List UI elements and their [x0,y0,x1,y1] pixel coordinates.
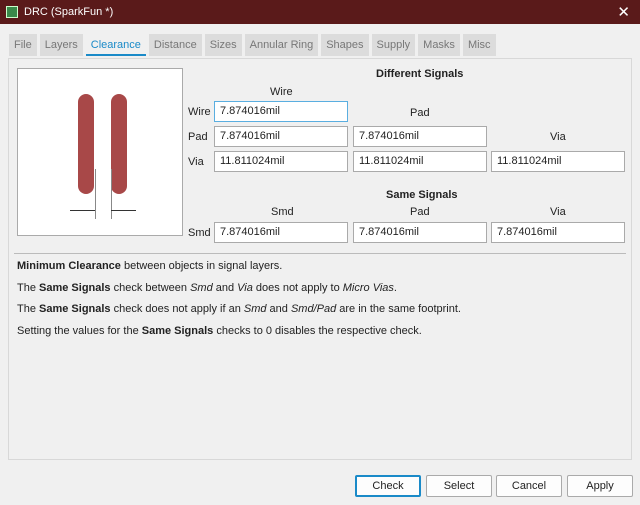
wire-shape [111,94,127,194]
emphasis: Smd/Pad [290,303,337,315]
text: and [212,282,238,294]
col-pad: Pad [410,206,430,218]
different-signals-heading: Different Signals [376,68,464,80]
tab-clearance[interactable]: Clearance [85,34,146,56]
description-line: The Same Signals check does not apply if… [17,303,461,315]
wire-shape [78,94,94,194]
emphasis: Smd [190,282,213,294]
row-pad: Pad [188,131,208,143]
text: The [17,282,40,294]
dimension-line [95,169,96,219]
tab-distance[interactable]: Distance [148,34,202,56]
text: does not apply to [252,282,343,294]
close-icon[interactable]: ✕ [617,3,630,21]
window-title: DRC (SparkFun *) [24,6,114,18]
text: check does not apply if an [110,303,244,315]
pad-pad-input[interactable]: 7.874016mil [353,126,487,147]
description-line: Setting the values for the Same Signals … [17,325,422,337]
description-line: The Same Signals check between Smd and V… [17,282,397,294]
smd-smd-input[interactable]: 7.874016mil [214,222,348,243]
row-smd: Smd [188,227,211,239]
tab-file[interactable]: File [9,34,37,56]
tab-layers[interactable]: Layers [39,34,83,56]
arrow-right-icon [70,210,95,211]
text: between objects in signal layers. [120,260,283,272]
emphasis: Same Signals [39,282,111,294]
tab-supply[interactable]: Supply [371,34,416,56]
text: are in the same footprint. [336,303,461,315]
emphasis: Via [237,282,253,294]
arrow-left-icon [111,210,136,211]
tab-masks[interactable]: Masks [418,34,460,56]
text: Setting the values for the [17,325,142,337]
wire-wire-input[interactable]: 7.874016mil [214,101,348,122]
via-via-input[interactable]: 11.811024mil [491,151,625,172]
col-via: Via [550,206,566,218]
text: The [17,303,40,315]
via-wire-input[interactable]: 11.811024mil [214,151,348,172]
text: checks to 0 disables the respective chec… [213,325,422,337]
col-via: Via [550,131,566,143]
divider [14,253,626,254]
row-via: Via [188,156,204,168]
dimension-line [111,169,112,219]
title-bar: DRC (SparkFun *) ✕ [0,0,640,24]
tab-annular-ring[interactable]: Annular Ring [244,34,319,56]
text: check between [110,282,191,294]
select-button[interactable]: Select [426,475,492,497]
via-pad-input[interactable]: 11.811024mil [353,151,487,172]
text: . [393,282,397,294]
text: and [266,303,291,315]
emphasis: Smd [243,303,267,315]
emphasis: Same Signals [39,303,111,315]
check-button[interactable]: Check [355,475,421,497]
description-line: Minimum Clearance between objects in sig… [17,260,282,272]
tab-misc[interactable]: Misc [462,34,496,56]
cancel-button[interactable]: Cancel [496,475,562,497]
pad-wire-input[interactable]: 7.874016mil [214,126,348,147]
clearance-preview-image [17,68,183,236]
tab-sizes[interactable]: Sizes [204,34,242,56]
apply-button[interactable]: Apply [567,475,633,497]
app-icon [6,6,18,18]
same-signals-heading: Same Signals [386,189,458,201]
emphasis: Minimum Clearance [17,260,121,272]
smd-pad-input[interactable]: 7.874016mil [353,222,487,243]
col-wire: Wire [270,86,293,98]
col-smd: Smd [271,206,294,218]
emphasis: Same Signals [141,325,214,337]
tab-shapes[interactable]: Shapes [321,34,369,56]
row-wire: Wire [188,106,211,118]
emphasis: Micro Vias [342,282,394,294]
col-pad: Pad [410,107,430,119]
smd-via-input[interactable]: 7.874016mil [491,222,625,243]
tab-bar: File Layers Clearance Distance Sizes Ann… [9,34,496,56]
